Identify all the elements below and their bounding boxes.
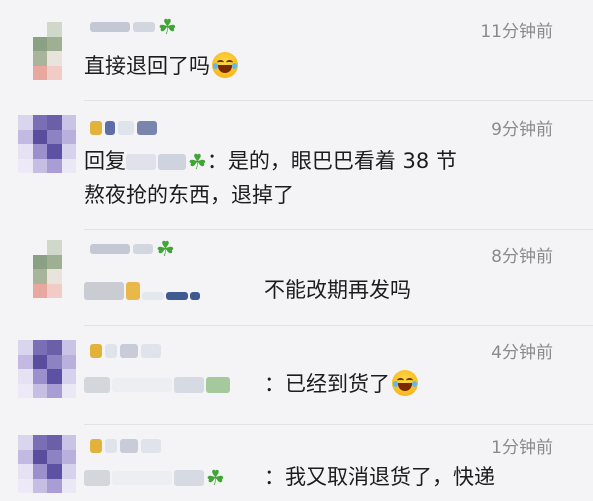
reply-prefix: 回复	[84, 149, 126, 173]
comment-text-line2: 熬夜抢的东西，退掉了	[84, 183, 294, 207]
comment-body: 不能改期再发吗	[264, 278, 411, 302]
username-blurred[interactable]: ☘	[90, 16, 177, 38]
avatar[interactable]	[18, 115, 76, 173]
comment-text: ☘ ：我又取消退货了，快递	[84, 461, 495, 493]
mentioned-username-blurred[interactable]: ☘	[126, 149, 207, 174]
four-leaf-clover-icon: ☘	[188, 149, 207, 174]
avatar[interactable]	[18, 435, 76, 493]
comment-item[interactable]: ☘ 11分钟前 直接退回了吗	[0, 0, 593, 100]
comment-text: 回复 ☘ ：是的，眼巴巴看着 38 节	[84, 145, 457, 177]
comment-body: ：我又取消退货了，快递	[264, 465, 495, 489]
comment-body: ：已经到货了	[264, 372, 390, 396]
comment-time: 4分钟前	[491, 343, 553, 363]
comment-time: 9分钟前	[491, 120, 553, 140]
username-blurred[interactable]	[90, 435, 161, 457]
username-blurred[interactable]	[90, 340, 161, 362]
four-leaf-clover-icon: ☘	[206, 465, 225, 490]
four-leaf-clover-icon: ☘	[156, 236, 175, 261]
avatar[interactable]	[18, 240, 76, 298]
mentioned-username-blurred[interactable]: ☘	[84, 465, 264, 490]
comment-body: 直接退回了吗	[84, 54, 210, 78]
mentioned-username-blurred[interactable]	[84, 377, 264, 393]
username-blurred[interactable]	[90, 117, 157, 139]
avatar[interactable]	[18, 340, 76, 398]
comment-feed: ☘ 11分钟前 直接退回了吗 9分钟前 回复 ☘ ：是的，眼巴巴看着 38 节 熬夜…	[0, 0, 593, 501]
comment-body: ：是的，眼巴巴看着 38 节	[206, 149, 457, 173]
comment-text: ：已经到货了	[84, 368, 418, 400]
comment-text: 直接退回了吗	[84, 50, 238, 82]
comment-time: 8分钟前	[491, 247, 553, 267]
username-blurred[interactable]: ☘	[90, 238, 175, 260]
laugh-cry-emoji-icon	[392, 370, 418, 396]
comment-item[interactable]: ☘ 8分钟前 不能改期再发吗	[0, 230, 593, 325]
four-leaf-clover-icon: ☘	[158, 14, 177, 39]
comment-time: 11分钟前	[480, 22, 553, 42]
comment-text: 不能改期再发吗	[84, 274, 411, 306]
mentioned-username-blurred[interactable]	[84, 282, 264, 300]
laugh-cry-emoji-icon	[212, 52, 238, 78]
comment-item[interactable]: 4分钟前 ：已经到货了	[0, 326, 593, 424]
avatar[interactable]	[18, 22, 76, 80]
comment-time: 1分钟前	[491, 438, 553, 458]
comment-item[interactable]: 1分钟前 ☘ ：我又取消退货了，快递	[0, 425, 593, 501]
comment-item[interactable]: 9分钟前 回复 ☘ ：是的，眼巴巴看着 38 节 熬夜抢的东西，退掉了	[0, 101, 593, 229]
